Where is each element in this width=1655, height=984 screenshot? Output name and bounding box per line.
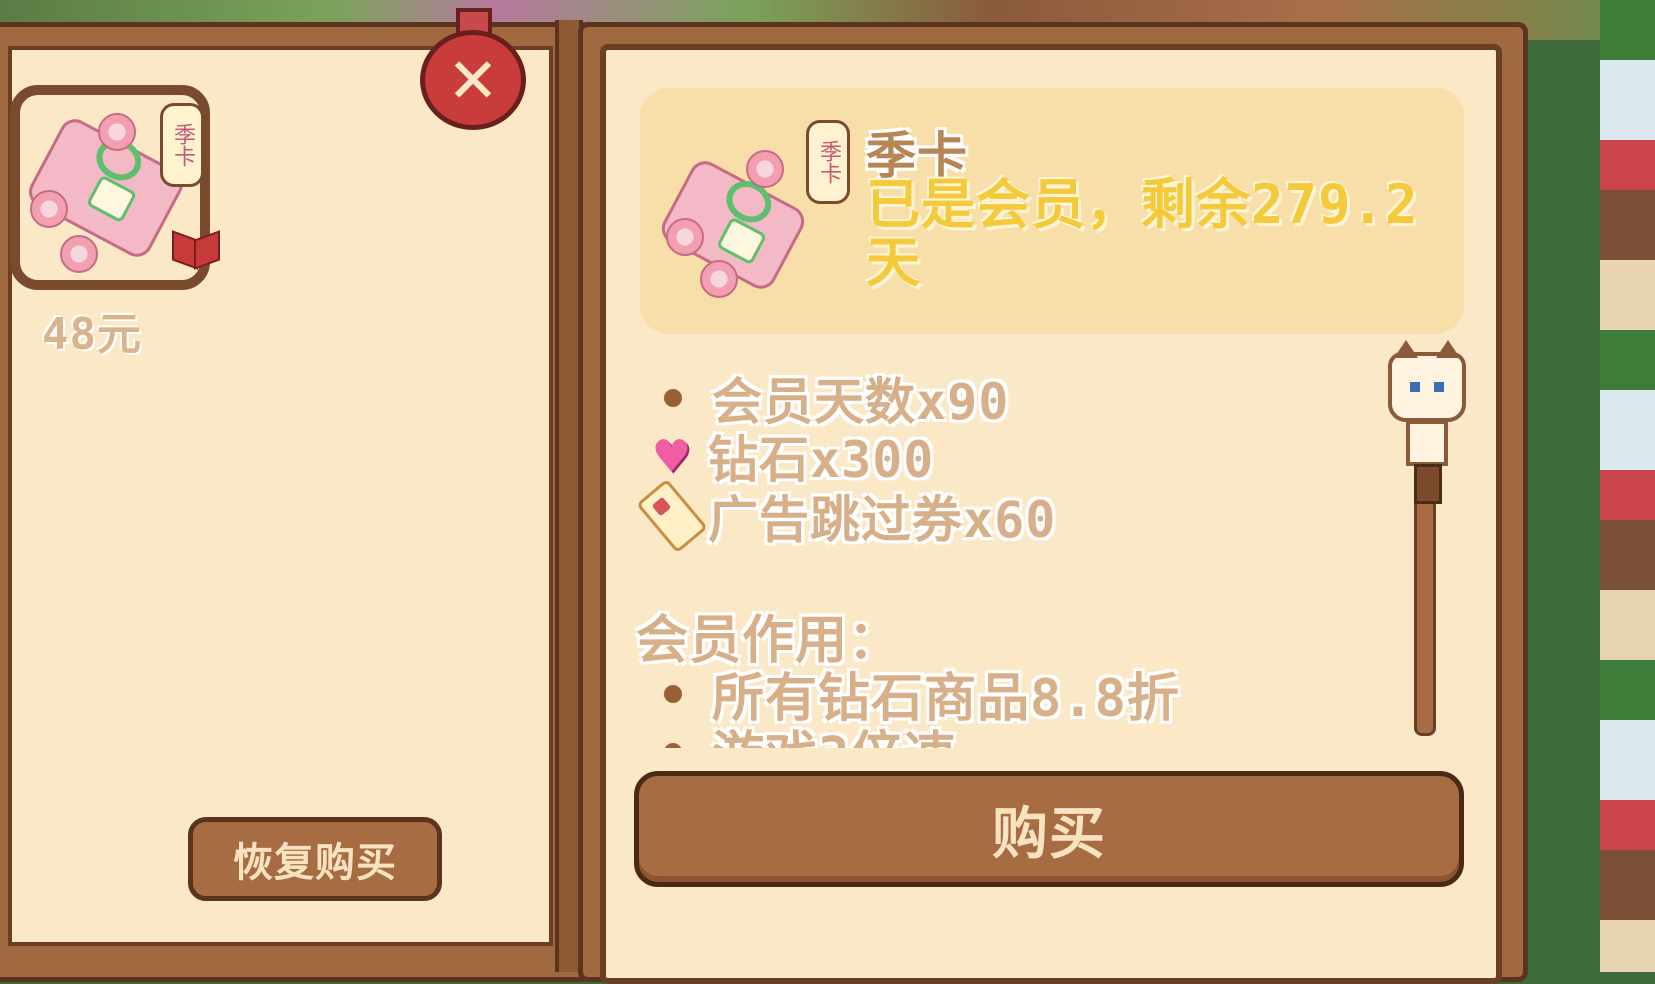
item-price: 48元 xyxy=(42,309,142,360)
buy-button[interactable]: 购买 xyxy=(634,771,1464,887)
cat-icon xyxy=(1388,340,1466,422)
benefits-list[interactable]: 所有钻石商品8.8折 游戏3倍速 xyxy=(600,652,1380,748)
card-tag: 季卡 xyxy=(160,103,204,187)
benefit-item: 游戏3倍速 xyxy=(640,714,956,748)
diamond-heart-icon: ♥ xyxy=(655,424,689,488)
game-world-side xyxy=(1600,0,1655,972)
bullet-icon xyxy=(664,742,682,748)
cat-scroll-handle[interactable] xyxy=(1384,340,1470,504)
ad-skip-ticket-icon xyxy=(636,478,708,554)
sakura-icon xyxy=(98,113,136,151)
bullet-icon xyxy=(664,684,682,703)
bow-icon xyxy=(172,235,220,265)
close-icon: ✕ xyxy=(420,30,526,130)
sakura-icon xyxy=(60,235,98,273)
membership-status: 已是会员，剩余279.2天 xyxy=(866,173,1419,294)
bullet-icon xyxy=(664,389,682,407)
restore-purchase-button[interactable]: 恢复购买 xyxy=(188,817,442,901)
card-tag: 季卡 xyxy=(806,120,850,204)
sakura-icon xyxy=(30,190,68,228)
reward-ad-skip: 广告跳过券x60 xyxy=(636,478,1056,554)
close-button[interactable]: ✕ xyxy=(418,8,528,130)
card-gift-icon xyxy=(656,130,810,310)
